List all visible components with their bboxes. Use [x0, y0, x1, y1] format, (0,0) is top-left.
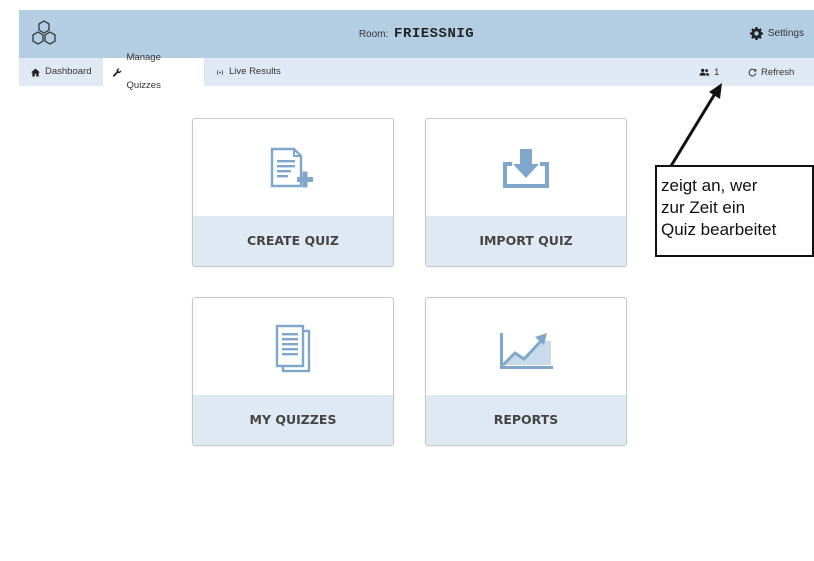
my-quizzes-card[interactable]: MY QUIZZES: [192, 297, 394, 446]
annotation-line-3: Quiz bearbeitet: [661, 220, 777, 239]
gear-icon: [749, 27, 763, 40]
refresh-button[interactable]: Refresh: [748, 58, 794, 86]
documents-icon: [193, 322, 393, 378]
tab-dashboard[interactable]: Dashboard: [21, 58, 101, 86]
create-quiz-label: CREATE QUIZ: [193, 216, 393, 266]
annotation-line-1: zeigt an, wer: [661, 176, 758, 195]
tab-manage-quizzes[interactable]: Manage Quizzes: [103, 52, 204, 91]
tab-live-results[interactable]: Live Results: [206, 58, 291, 86]
tab-live-results-label: Live Results: [229, 66, 281, 77]
create-quiz-card[interactable]: CREATE QUIZ: [192, 118, 394, 267]
broadcast-icon: [216, 69, 224, 75]
chart-icon: [426, 322, 626, 378]
nav-bar: Dashboard Manage Quizzes Live Results 1 …: [19, 52, 814, 91]
import-quiz-label: IMPORT QUIZ: [426, 216, 626, 266]
room-label: Room:: [358, 29, 389, 40]
settings-button[interactable]: Settings: [749, 27, 804, 40]
room-name: FRIESSNIG: [394, 26, 475, 42]
import-icon: [426, 143, 626, 199]
my-quizzes-label: MY QUIZZES: [193, 395, 393, 445]
import-quiz-card[interactable]: IMPORT QUIZ: [425, 118, 627, 267]
tab-manage-quizzes-label: Manage Quizzes: [126, 52, 161, 91]
room-info: Room: FRIESSNIG: [19, 26, 814, 42]
active-users-indicator[interactable]: 1: [699, 58, 719, 86]
home-icon: [31, 67, 40, 77]
annotation-callout: zeigt an, wer zur Zeit ein Quiz bearbeit…: [655, 165, 814, 257]
tab-dashboard-label: Dashboard: [45, 66, 92, 77]
annotation-line-2: zur Zeit ein: [661, 198, 746, 217]
active-users-count: 1: [714, 66, 720, 78]
wrench-icon: [113, 67, 122, 77]
reports-card[interactable]: REPORTS: [425, 297, 627, 446]
create-quiz-icon: [193, 143, 393, 199]
settings-label: Settings: [767, 28, 804, 39]
refresh-label: Refresh: [761, 66, 795, 78]
refresh-icon: [748, 68, 757, 76]
reports-label: REPORTS: [426, 395, 626, 445]
users-icon: [699, 68, 710, 76]
